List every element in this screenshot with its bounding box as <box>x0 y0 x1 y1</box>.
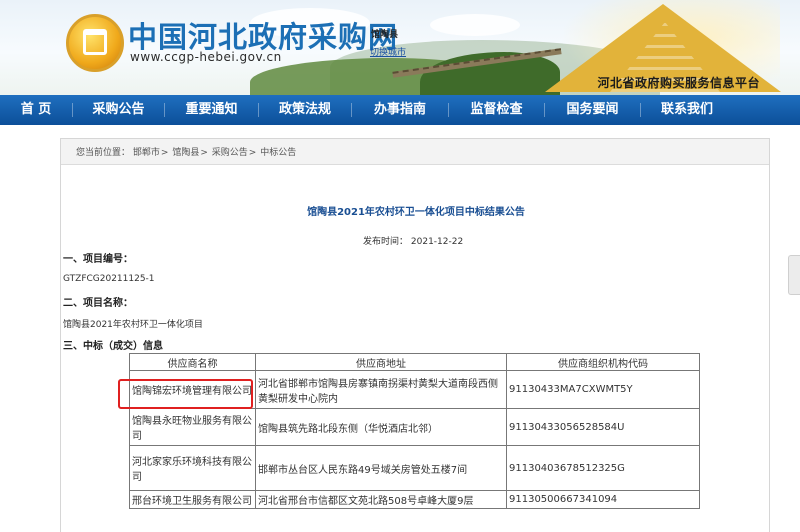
supplier-name-cell: 馆陶县永旺物业服务有限公司 <box>129 408 256 446</box>
current-city: 馆陶县 <box>371 30 399 40</box>
publish-date-label: 发布时间： <box>363 237 409 247</box>
supplier-address-cell: 馆陶县筑先路北段东侧（华悦酒店北邻） <box>255 408 507 446</box>
content-panel: 您当前位置： 邯郸市> 馆陶县> 采购公告> 中标公告 馆陶县2021年农村环卫… <box>60 138 770 532</box>
nav-item-procurement-notice[interactable]: 采购公告 <box>73 95 164 125</box>
breadcrumb-separator: > <box>200 148 208 158</box>
supplier-code-cell: 91130433056528584U <box>506 408 700 446</box>
nav-item-guide[interactable]: 办事指南 <box>352 95 448 125</box>
section-award-info-title: 三、中标（成交）信息 <box>63 341 163 352</box>
table-header-row: 供应商名称 供应商地址 供应商组织机构代码 <box>129 353 700 371</box>
site-url: www.ccgp-hebei.gov.cn <box>130 50 282 64</box>
table-row: 河北家家乐环境科技有限公司 邯郸市丛台区人民东路49号域关房管处五楼7间 911… <box>129 445 700 491</box>
supplier-table: 供应商名称 供应商地址 供应商组织机构代码 馆陶锦宏环境管理有限公司 河北省邯郸… <box>129 353 700 509</box>
table-header-org-code: 供应商组织机构代码 <box>506 353 700 371</box>
supplier-code-cell: 91130500667341094 <box>506 490 700 509</box>
breadcrumb-prefix: 您当前位置： <box>76 148 131 158</box>
breadcrumb: 您当前位置： 邯郸市> 馆陶县> 采购公告> 中标公告 <box>61 139 769 165</box>
switch-city-link[interactable]: 切换城市 <box>370 45 406 58</box>
supplier-code-cell: 91130433MA7CXWMT5Y <box>506 370 700 409</box>
nav-item-state-news[interactable]: 国务要闻 <box>545 95 640 125</box>
nav-item-contact[interactable]: 联系我们 <box>641 95 733 125</box>
site-logo-icon[interactable] <box>66 14 124 72</box>
breadcrumb-item-notice[interactable]: 采购公告 <box>212 148 248 158</box>
notice-title: 馆陶县2021年农村环卫一体化项目中标结果公告 <box>307 207 525 218</box>
side-float-tab[interactable] <box>788 255 800 295</box>
project-number-value: GTZFCG20211125-1 <box>63 274 155 284</box>
supplier-address-cell: 邯郸市丛台区人民东路49号域关房管处五楼7间 <box>255 445 507 491</box>
breadcrumb-item-city[interactable]: 邯郸市 <box>133 148 160 158</box>
table-row: 邢台环境卫生服务有限公司 河北省邢台市信都区文苑北路508号卓峰大厦9层 911… <box>129 490 700 509</box>
table-header-supplier-address: 供应商地址 <box>255 353 507 371</box>
publish-date: 发布时间： 2021-12-22 <box>363 234 463 247</box>
breadcrumb-separator: > <box>160 148 169 158</box>
header-banner: 中国河北政府采购网 www.ccgp-hebei.gov.cn 馆陶县 切换城市… <box>0 0 800 95</box>
supplier-name-cell: 邢台环境卫生服务有限公司 <box>129 490 256 509</box>
table-row: 馆陶锦宏环境管理有限公司 河北省邯郸市馆陶县房寨镇南拐渠村黄梨大道南段西侧黄梨研… <box>129 370 700 409</box>
nav-item-home[interactable]: 首 页 <box>0 95 72 125</box>
supplier-address-cell: 河北省邯郸市馆陶县房寨镇南拐渠村黄梨大道南段西侧黄梨研发中心院内 <box>255 370 507 409</box>
breadcrumb-separator: > <box>248 148 257 158</box>
breadcrumb-item-county[interactable]: 馆陶县 <box>172 148 199 158</box>
platform-name: 河北省政府购买服务信息平台 <box>597 76 760 90</box>
supplier-name-cell: 馆陶锦宏环境管理有限公司 <box>129 370 256 409</box>
publish-date-value: 2021-12-22 <box>410 237 464 247</box>
breadcrumb-item-award[interactable]: 中标公告 <box>260 148 296 158</box>
supplier-address-cell: 河北省邢台市信都区文苑北路508号卓峰大厦9层 <box>255 490 507 509</box>
nav-item-supervision[interactable]: 监督检查 <box>449 95 544 125</box>
table-header-supplier-name: 供应商名称 <box>129 353 256 371</box>
nav-item-policies[interactable]: 政策法规 <box>259 95 351 125</box>
section-project-name-title: 二、项目名称： <box>63 298 133 309</box>
nav-item-important-notice[interactable]: 重要通知 <box>165 95 258 125</box>
cloud-decoration <box>430 14 520 36</box>
project-name-value: 馆陶县2021年农村环卫一体化项目 <box>63 320 203 330</box>
supplier-name-cell: 河北家家乐环境科技有限公司 <box>129 445 256 491</box>
supplier-code-cell: 91130403678512325G <box>506 445 700 491</box>
section-project-number-title: 一、项目编号： <box>63 254 133 265</box>
main-nav: 首 页 采购公告 重要通知 政策法规 办事指南 监督检查 国务要闻 联系我们 <box>0 95 800 125</box>
table-row: 馆陶县永旺物业服务有限公司 馆陶县筑先路北段东侧（华悦酒店北邻） 9113043… <box>129 408 700 446</box>
